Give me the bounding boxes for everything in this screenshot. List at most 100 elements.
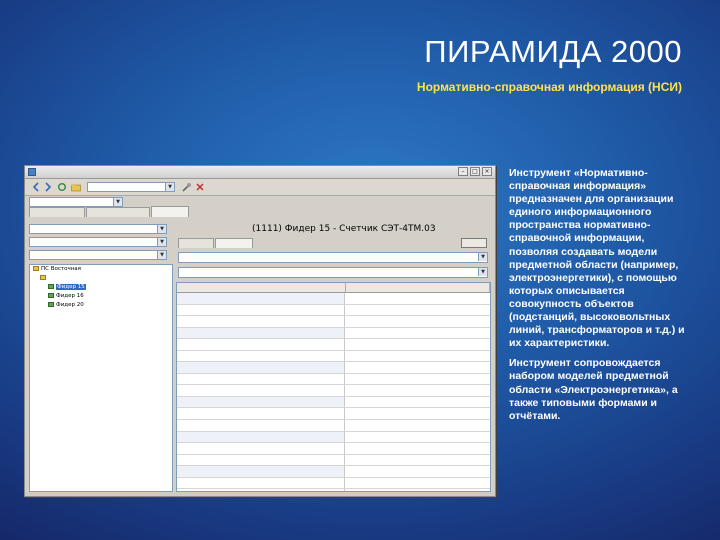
table-row[interactable] — [177, 408, 490, 421]
value-cell[interactable] — [345, 466, 490, 477]
value-cell[interactable] — [345, 316, 490, 327]
value-cell[interactable] — [345, 443, 490, 454]
object-tab-1[interactable] — [178, 238, 214, 248]
dropdown-arrow-icon: ▼ — [157, 225, 166, 233]
tree-item-label: Фидер 20 — [56, 302, 84, 308]
value-cell[interactable] — [345, 362, 490, 373]
value-cell[interactable] — [345, 385, 490, 396]
dropdown-arrow-icon: ▼ — [478, 268, 487, 276]
column-header-attribute[interactable] — [177, 283, 346, 292]
table-row[interactable] — [177, 293, 490, 305]
table-row[interactable] — [177, 396, 490, 409]
window-controls: – □ × — [458, 167, 492, 176]
minimize-button[interactable]: – — [458, 167, 468, 176]
object-class-combo[interactable]: ▼ — [29, 237, 167, 247]
value-cell[interactable] — [345, 432, 490, 443]
object-tab-2[interactable] — [215, 238, 253, 248]
value-cell[interactable] — [345, 397, 490, 408]
table-row[interactable] — [177, 373, 490, 386]
description-text: Инструмент «Нормативно-справочная информ… — [509, 167, 689, 430]
table-row[interactable] — [177, 466, 490, 478]
tab-3[interactable] — [151, 206, 189, 217]
value-cell[interactable] — [345, 420, 490, 431]
table-row[interactable] — [177, 350, 490, 363]
attribute-cell — [177, 373, 345, 385]
feeder-icon — [48, 293, 54, 298]
table-row[interactable] — [177, 420, 490, 432]
attributes-grid — [176, 282, 491, 492]
left-pane: ▼ ▼ ▼ ПС Восточная Фидер 15 Фидер 16 Фид… — [29, 218, 173, 492]
apply-button[interactable] — [461, 238, 487, 248]
app-window: – □ × ▼ ▼ ▼ ▼ ▼ ПС Восточная Фидер 15 Фи… — [24, 165, 496, 497]
tree-item[interactable]: Фидер 20 — [30, 301, 172, 310]
main-tabs — [29, 206, 189, 217]
table-row[interactable] — [177, 304, 490, 317]
feeder-icon — [48, 302, 54, 307]
tree-item[interactable]: Фидер 15 — [30, 283, 172, 292]
attribute-cell — [177, 420, 345, 431]
description-paragraph-2: Инструмент сопровождается набором моделе… — [509, 357, 678, 422]
dropdown-arrow-icon: ▼ — [113, 198, 122, 206]
attribute-cell — [177, 327, 345, 339]
table-row[interactable] — [177, 454, 490, 467]
attribute-cell — [177, 304, 345, 316]
table-row[interactable] — [177, 477, 490, 490]
value-cell[interactable] — [345, 328, 490, 339]
object-tree: ПС Восточная Фидер 15 Фидер 16 Фидер 20 — [29, 264, 173, 492]
model-combo[interactable]: ▼ — [178, 252, 488, 263]
value-cell[interactable] — [345, 293, 490, 304]
value-cell[interactable] — [345, 478, 490, 489]
attribute-cell — [177, 362, 345, 373]
refresh-icon[interactable] — [57, 182, 67, 192]
attribute-cell — [177, 408, 345, 420]
right-pane: (1111) Фидер 15 - Счетчик СЭТ-4ТМ.03 ▼ ▼ — [176, 218, 491, 492]
close-button[interactable]: × — [482, 167, 492, 176]
column-header-value[interactable] — [346, 283, 490, 292]
value-cell[interactable] — [345, 455, 490, 466]
toolbar: ▼ — [25, 179, 495, 196]
tree-item-label: Фидер 16 — [56, 293, 84, 299]
attribute-cell — [177, 466, 345, 477]
value-cell[interactable] — [345, 351, 490, 362]
value-cell[interactable] — [345, 339, 490, 350]
tree-item[interactable]: Фидер 16 — [30, 292, 172, 301]
tools-icon[interactable] — [182, 182, 192, 192]
tab-2[interactable] — [86, 207, 150, 217]
tab-1[interactable] — [29, 207, 85, 217]
folder-icon — [33, 266, 39, 271]
app-icon — [28, 168, 36, 176]
feeder-icon — [48, 284, 54, 289]
value-cell[interactable] — [345, 374, 490, 385]
table-row[interactable] — [177, 339, 490, 351]
maximize-button[interactable]: □ — [470, 167, 480, 176]
tree-item[interactable]: ПС Восточная — [30, 265, 172, 274]
attribute-cell — [177, 454, 345, 466]
folder-icon — [40, 275, 46, 280]
table-row[interactable] — [177, 362, 490, 374]
forward-arrow-icon[interactable] — [43, 182, 53, 192]
attribute-cell — [177, 339, 345, 350]
view-combo[interactable]: ▼ — [178, 267, 488, 278]
table-row[interactable] — [177, 327, 490, 340]
value-cell[interactable] — [345, 305, 490, 316]
table-row[interactable] — [177, 431, 490, 444]
dropdown-arrow-icon: ▼ — [157, 251, 166, 259]
table-row[interactable] — [177, 443, 490, 455]
table-row[interactable] — [177, 385, 490, 397]
back-arrow-icon[interactable] — [31, 182, 41, 192]
attribute-cell — [177, 385, 345, 396]
object-tabs — [178, 238, 253, 248]
table-row[interactable] — [177, 316, 490, 328]
object-name-combo[interactable]: ▼ — [29, 250, 167, 260]
close-icon[interactable] — [195, 182, 205, 192]
view-selector[interactable]: ▼ — [87, 182, 175, 192]
object-type-combo[interactable]: ▼ — [29, 224, 167, 234]
attribute-cell — [177, 443, 345, 454]
value-cell[interactable] — [345, 408, 490, 419]
attribute-cell — [177, 350, 345, 362]
attribute-cell — [177, 396, 345, 408]
folder-icon[interactable] — [71, 182, 81, 192]
left-filter-combo[interactable]: ▼ — [29, 197, 123, 207]
tree-item[interactable] — [30, 274, 172, 283]
dropdown-arrow-icon: ▼ — [478, 253, 487, 261]
